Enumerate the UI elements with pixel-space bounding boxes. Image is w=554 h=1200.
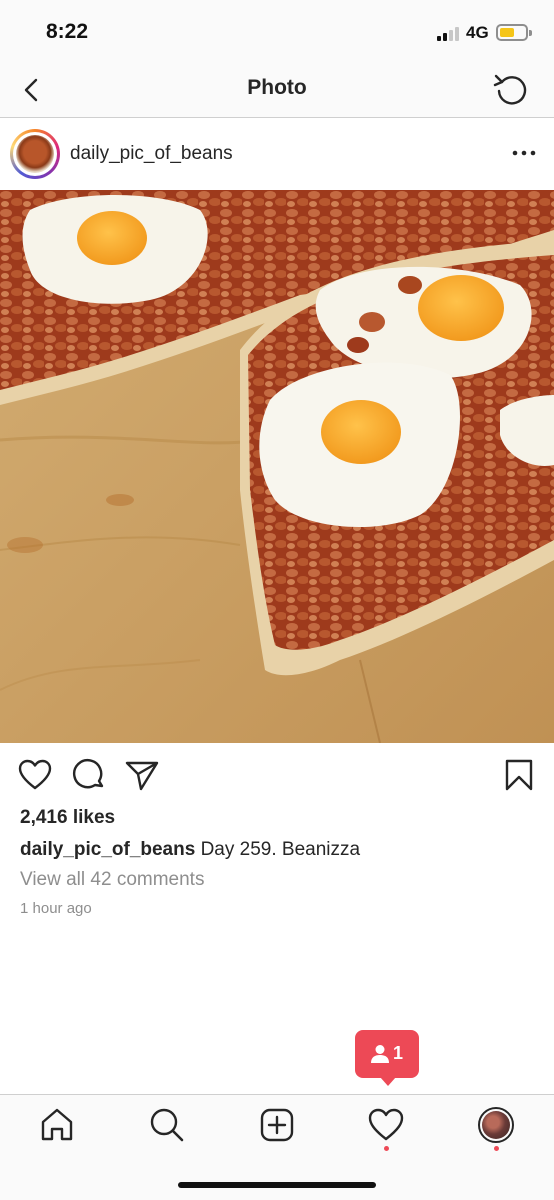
activity-badge[interactable]: 1: [355, 1030, 419, 1086]
post-caption: daily_pic_of_beans Day 259. Beanizza: [20, 839, 360, 861]
refresh-icon[interactable]: [492, 70, 530, 108]
page-title: Photo: [247, 76, 307, 99]
view-comments-link[interactable]: View all 42 comments: [20, 869, 204, 891]
bookmark-icon[interactable]: [501, 757, 537, 793]
post-username[interactable]: daily_pic_of_beans: [70, 143, 233, 165]
profile-dot: [494, 1146, 499, 1151]
story-avatar[interactable]: [10, 129, 60, 179]
post-photo[interactable]: [0, 190, 554, 743]
heart-icon[interactable]: [366, 1105, 406, 1145]
caption-username[interactable]: daily_pic_of_beans: [20, 839, 195, 860]
like-heart-icon[interactable]: [17, 757, 53, 793]
avatar: [16, 135, 54, 173]
post-timestamp: 1 hour ago: [20, 900, 92, 917]
home-indicator[interactable]: [178, 1182, 376, 1188]
home-icon[interactable]: [37, 1105, 77, 1145]
search-icon[interactable]: [147, 1105, 187, 1145]
post-actions: [0, 743, 554, 805]
profile-avatar[interactable]: [478, 1107, 514, 1143]
new-post-icon[interactable]: [257, 1105, 297, 1145]
status-bar: 8:22 4G: [0, 0, 554, 62]
status-time: 8:22: [46, 20, 89, 43]
likes-count[interactable]: 2,416 likes: [20, 807, 115, 829]
activity-count: 1: [393, 1043, 404, 1063]
activity-dot: [384, 1146, 389, 1151]
signal-icon: [437, 27, 463, 41]
caption-text: Day 259. Beanizza: [200, 839, 361, 860]
battery-icon: [496, 24, 532, 41]
network-label: 4G: [466, 23, 489, 42]
comment-icon[interactable]: [71, 757, 107, 793]
share-icon[interactable]: [124, 757, 160, 793]
ellipsis-icon[interactable]: [510, 143, 538, 163]
nav-header: Photo: [0, 62, 554, 118]
person-icon: [369, 1044, 391, 1064]
post-header: daily_pic_of_beans: [0, 119, 554, 190]
